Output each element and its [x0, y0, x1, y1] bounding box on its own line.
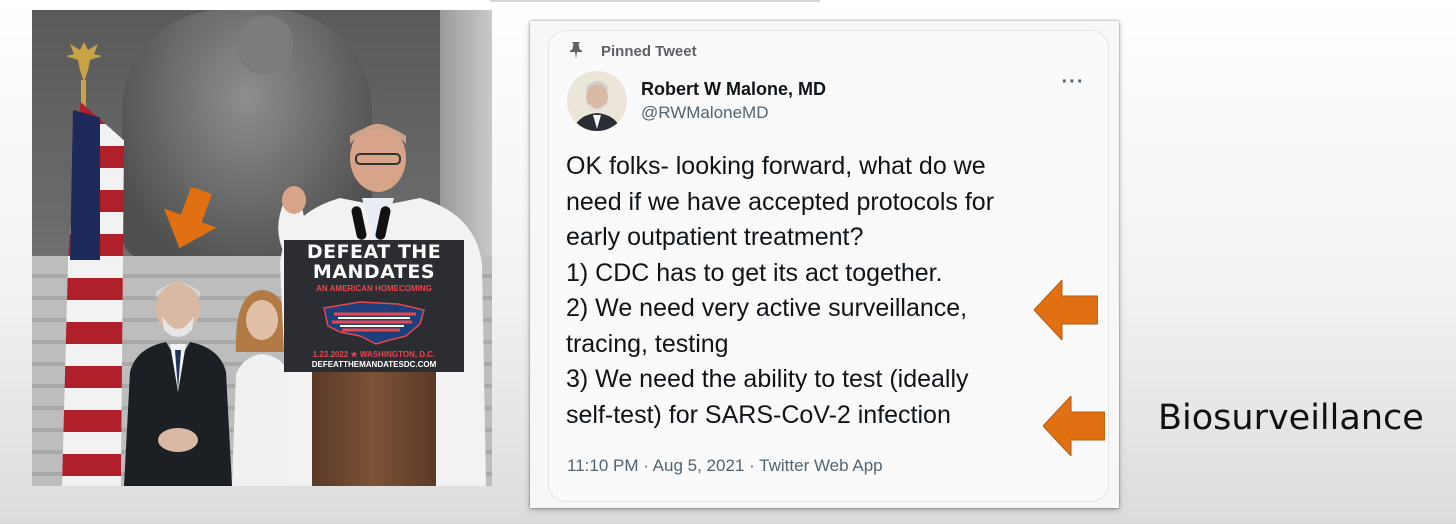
tweet-line: tracing, testing: [566, 329, 729, 358]
sign-title-line2: MANDATES: [312, 261, 436, 283]
avatar[interactable]: [567, 71, 627, 131]
author-name[interactable]: Robert W Malone, MD: [641, 78, 826, 100]
tweet[interactable]: Pinned Tweet Robert W Malone, MD @RWMalo…: [548, 30, 1109, 502]
sign-date: 1.23.2022 ★ WASHINGTON, D.C.: [312, 350, 436, 359]
tweet-line: self-test) for SARS-CoV-2 infection: [566, 400, 951, 429]
tweet-text: OK folks- looking forward, what do we ne…: [566, 149, 1086, 433]
sign-url: DEFEATTHEMANDATESDC.COM: [311, 360, 437, 369]
eagle-finial-icon: [66, 42, 102, 82]
top-divider: [490, 0, 820, 2]
biosurveillance-label: Biosurveillance: [1158, 398, 1424, 438]
tweet-line: 1) CDC has to get its act together.: [566, 258, 943, 287]
flag-canton: [70, 110, 100, 260]
lectern: [312, 370, 436, 486]
arrow-down-icon: [164, 188, 217, 249]
tweet-line: OK folks- looking forward, what do we: [566, 152, 986, 180]
more-horizontal-icon[interactable]: ···: [1061, 72, 1085, 95]
author-handle[interactable]: @RWMaloneMD: [641, 103, 768, 123]
tweet-timestamp[interactable]: 11:10 PM · Aug 5, 2021 · Twitter Web App: [567, 456, 883, 476]
tweet-line: 3) We need the ability to test (ideally: [566, 365, 969, 393]
tweet-screenshot-card: Pinned Tweet Robert W Malone, MD @RWMalo…: [530, 21, 1119, 508]
arrow-left-icon: [1034, 280, 1098, 340]
us-map-graphic: [323, 301, 425, 345]
statue-head: [237, 16, 293, 74]
pin-icon: [570, 42, 582, 59]
avatar-photo-icon: [567, 71, 627, 131]
sign-title-line1: DEFEAT THE: [306, 241, 442, 263]
tweet-line: need if we have accepted protocols for: [566, 187, 995, 216]
pinned-tweet-label: Pinned Tweet: [601, 43, 697, 60]
sign-subtitle: AN AMERICAN HOMECOMING: [316, 284, 432, 293]
arrow-left-icon: [1043, 396, 1105, 456]
person-gray-beard: [124, 282, 232, 486]
defeat-the-mandates-sign: DEFEAT THE MANDATES AN AMERICAN HOMECOMI…: [284, 240, 464, 372]
tweet-line: 2) We need very active surveillance,: [566, 294, 968, 322]
tweet-line: early outpatient treatment?: [566, 223, 864, 251]
